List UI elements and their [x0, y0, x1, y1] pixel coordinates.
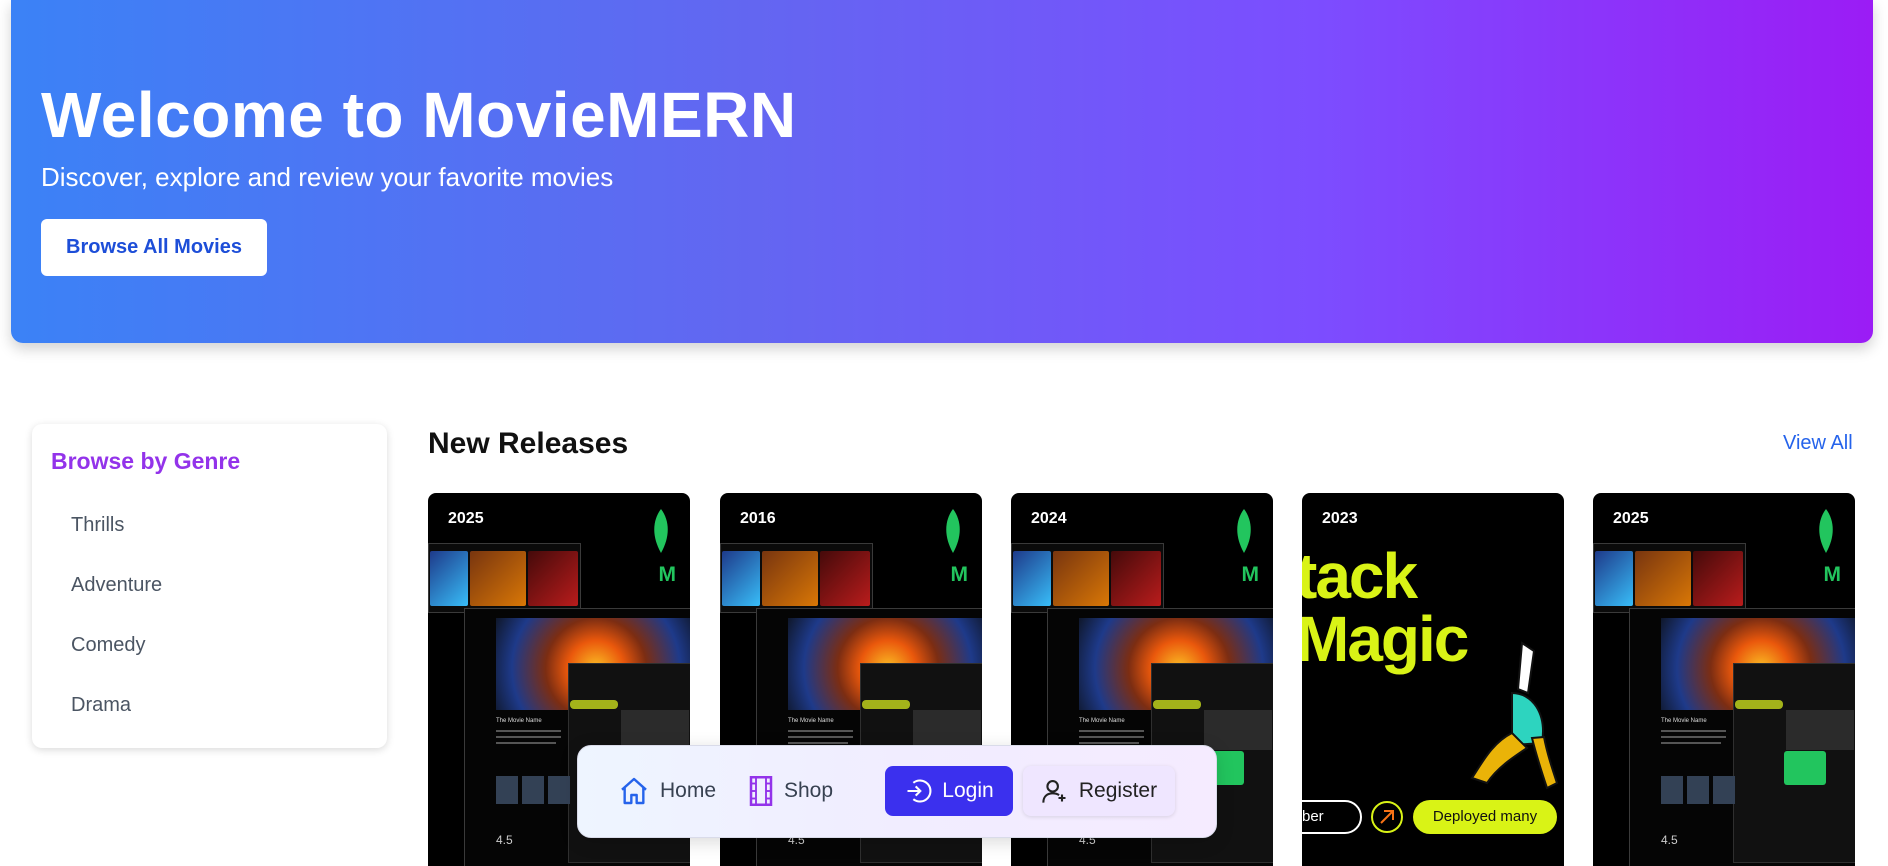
stat-box: [1784, 751, 1826, 785]
brand-mark: M: [1241, 563, 1260, 586]
badge-shape: [1735, 700, 1783, 709]
film-icon: [749, 776, 773, 806]
thumb-image: [1111, 551, 1161, 606]
badge-shape: [1153, 700, 1201, 709]
badge-shape: [862, 700, 910, 709]
text-line: [1661, 730, 1726, 732]
card-year: 2016: [740, 510, 776, 527]
outline-pill-text: ber: [1302, 808, 1324, 825]
character-illustration: [1470, 641, 1559, 790]
user-plus-icon: [1042, 780, 1066, 803]
mini-thumbs: [1661, 776, 1739, 809]
mongodb-leaf-icon: [1819, 509, 1833, 553]
genre-item-adventure[interactable]: Adventure: [71, 574, 162, 597]
genre-item-drama[interactable]: Drama: [71, 694, 131, 717]
text-line: [1079, 742, 1139, 744]
thumb-image: [470, 551, 526, 606]
text-line: [1661, 736, 1726, 738]
text-line: [788, 730, 853, 732]
rating: 4.5: [1661, 833, 1678, 847]
poster-headline: tack Magic: [1302, 540, 1469, 675]
thumb-image: [528, 551, 578, 606]
login-label: Login: [942, 779, 994, 802]
card-year: 2024: [1031, 510, 1067, 527]
mongodb-leaf-icon: [1237, 509, 1251, 553]
badge-shape: [570, 700, 618, 709]
arrow-up-right-icon: [1371, 801, 1403, 833]
info-box: [1786, 710, 1854, 750]
rating: 4.5: [496, 833, 513, 847]
genre-item-thrills[interactable]: Thrills: [71, 514, 124, 537]
hero-subtitle: Discover, explore and review your favori…: [41, 162, 614, 192]
poster-headline-line2: Magic: [1302, 602, 1469, 675]
thumb-image: [1635, 551, 1691, 606]
nav-home[interactable]: Home: [618, 766, 716, 816]
mini-thumbs: [496, 776, 574, 809]
card-year: 2025: [448, 510, 484, 527]
brand-mark: M: [1823, 563, 1842, 586]
movie-card[interactable]: tack Magic ber Deployed many 2023: [1302, 493, 1564, 866]
text-line: [496, 742, 556, 744]
thumb-image: [762, 551, 818, 606]
browse-all-movies-button[interactable]: Browse All Movies: [41, 219, 267, 276]
movie-card[interactable]: The Movie Name 4.5 2025 M: [1593, 493, 1855, 866]
text-line: [496, 736, 561, 738]
view-all-link[interactable]: View All: [1783, 432, 1853, 455]
genre-panel: Browse by Genre Thrills Adventure Comedy…: [32, 424, 387, 748]
info-box: [913, 710, 981, 750]
nav-home-label: Home: [660, 779, 717, 802]
info-box: [1204, 710, 1272, 750]
hero-banner: Welcome to MovieMERN Discover, explore a…: [11, 0, 1873, 343]
poster-title: The Movie Name: [788, 718, 834, 724]
thumb-image: [1013, 551, 1051, 606]
mongodb-leaf-icon: [654, 509, 668, 553]
register-label: Register: [1078, 779, 1158, 802]
register-button[interactable]: Register: [1023, 766, 1175, 816]
text-line: [788, 742, 848, 744]
info-box: [621, 710, 689, 750]
login-icon: [907, 779, 932, 803]
floating-nav-dock: Home Shop Login Register: [577, 745, 1217, 838]
mongodb-leaf-icon: [946, 509, 960, 553]
poster-title: The Movie Name: [1079, 718, 1125, 724]
text-line: [1079, 736, 1144, 738]
home-icon: [621, 777, 647, 805]
card-year: 2025: [1613, 510, 1649, 527]
text-line: [1661, 742, 1721, 744]
thumb-image: [1693, 551, 1743, 606]
thumb-image: [1595, 551, 1633, 606]
deployed-pill: Deployed many: [1413, 800, 1557, 834]
card-year: 2023: [1322, 510, 1358, 527]
poster-title: The Movie Name: [1661, 718, 1707, 724]
text-line: [496, 730, 561, 732]
text-line: [788, 736, 853, 738]
poster-headline-line1: tack: [1302, 540, 1418, 612]
brand-mark: M: [950, 563, 969, 586]
thumb-image: [1053, 551, 1109, 606]
nav-shop-label: Shop: [784, 779, 834, 802]
login-button[interactable]: Login: [885, 766, 1013, 816]
hero-title: Welcome to MovieMERN: [41, 79, 797, 151]
nav-shop[interactable]: Shop: [748, 766, 833, 816]
genre-item-comedy[interactable]: Comedy: [71, 634, 145, 657]
genre-panel-title: Browse by Genre: [51, 448, 241, 474]
text-line: [1079, 730, 1144, 732]
thumb-image: [820, 551, 870, 606]
poster-title: The Movie Name: [496, 718, 542, 724]
thumb-image: [430, 551, 468, 606]
brand-mark: M: [658, 563, 677, 586]
thumb-image: [722, 551, 760, 606]
new-releases-title: New Releases: [428, 427, 629, 460]
